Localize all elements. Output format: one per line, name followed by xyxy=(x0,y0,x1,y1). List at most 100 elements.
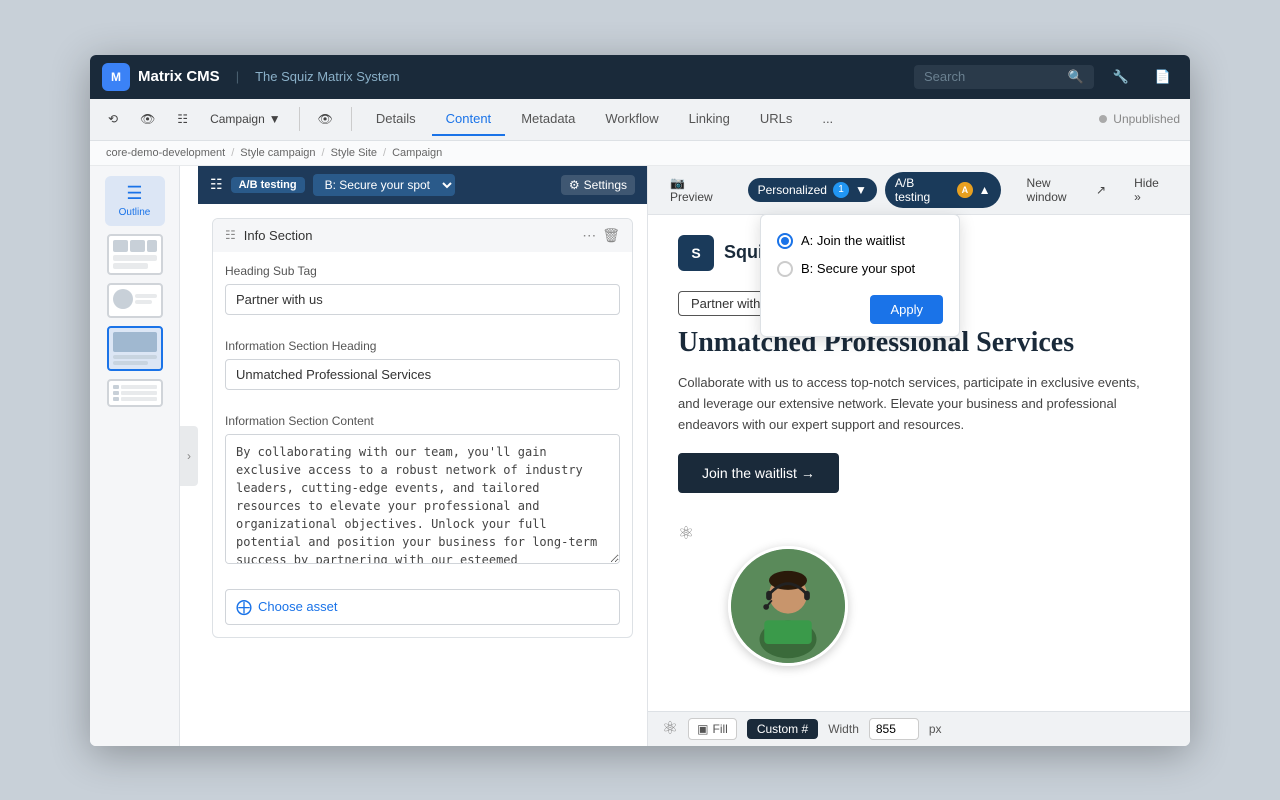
tab-linking[interactable]: Linking xyxy=(675,103,744,136)
panel-btn-1[interactable] xyxy=(107,234,163,275)
heading-sub-tag-input[interactable] xyxy=(225,284,620,315)
section-icon: ☷ xyxy=(225,228,236,242)
tab-navigation: Details Content Metadata Workflow Linkin… xyxy=(362,103,847,136)
nav-divider: | xyxy=(236,69,239,84)
chevron-down-icon: ▼ xyxy=(269,112,281,126)
camera-icon: 📷 xyxy=(670,176,685,190)
info-heading-input[interactable] xyxy=(225,359,620,390)
campaign-dropdown[interactable]: Campaign ▼ xyxy=(202,108,289,130)
tab-details[interactable]: Details xyxy=(362,103,430,136)
delete-icon[interactable]: 🗑 xyxy=(602,227,620,244)
option-b-label: B: Secure your spot xyxy=(801,261,915,276)
eye-btn[interactable]: 👁 xyxy=(132,108,163,130)
breadcrumb-item-4[interactable]: Campaign xyxy=(392,147,442,159)
status-text: Unpublished xyxy=(1113,112,1180,126)
edit-body: ☷ Info Section ⋯ 🗑 Heading Sub Tag xyxy=(198,204,647,746)
new-window-btn[interactable]: New window ↗ xyxy=(1017,172,1117,208)
join-waitlist-btn[interactable]: Join the waitlist → xyxy=(678,453,839,493)
ab-testing-tag[interactable]: A/B testing A ▲ xyxy=(885,172,1001,208)
wrench-icon[interactable]: 🔧 xyxy=(1106,62,1136,92)
radio-option-b[interactable]: B: Secure your spot xyxy=(777,255,943,283)
width-input[interactable] xyxy=(869,718,919,740)
project-title: The Squiz Matrix System xyxy=(255,69,400,84)
tab-more[interactable]: ... xyxy=(808,103,847,136)
external-link-icon: ↗ xyxy=(1096,183,1106,197)
section-inner: Heading Sub Tag Information Section Head… xyxy=(213,252,632,637)
ab-badge: A/B testing xyxy=(231,177,305,193)
apply-row: Apply xyxy=(777,287,943,324)
search-icon[interactable]: 🔍 xyxy=(1068,69,1084,85)
search-box[interactable]: 🔍 xyxy=(914,65,1094,89)
variant-select[interactable]: B: Secure your spot xyxy=(313,174,455,196)
preview-eye-btn[interactable]: 👁 xyxy=(310,108,341,130)
grid-icon-small: ☷ xyxy=(210,176,223,193)
status-badge: Unpublished xyxy=(1099,112,1180,126)
apply-btn[interactable]: Apply xyxy=(870,295,943,324)
info-content-label: Information Section Content xyxy=(225,414,620,428)
panel-btn-4[interactable] xyxy=(107,379,163,407)
section-actions: ⋯ 🗑 xyxy=(582,227,620,244)
breadcrumb-item-1[interactable]: core-demo-development xyxy=(106,147,225,159)
preview-btn[interactable]: 📷 Preview xyxy=(660,172,740,208)
search-input[interactable] xyxy=(924,69,1062,84)
tab-content[interactable]: Content xyxy=(432,103,506,136)
heading-sub-tag-label: Heading Sub Tag xyxy=(225,264,620,278)
new-window-label: New window xyxy=(1027,176,1093,204)
settings-btn[interactable]: ⚙ Settings xyxy=(561,175,635,195)
info-heading-label: Information Section Heading xyxy=(225,339,620,353)
breadcrumb: core-demo-development / Style campaign /… xyxy=(90,141,1190,166)
main-toolbar: ⟲ 👁 ☷ Campaign ▼ 👁 Details Content Metad… xyxy=(90,99,1190,141)
panel-btn-outline[interactable]: ☰ Outline xyxy=(105,176,165,226)
tab-workflow[interactable]: Workflow xyxy=(591,103,672,136)
campaign-label: Campaign xyxy=(210,112,265,126)
hash-icon: # xyxy=(802,722,809,736)
avatar-svg xyxy=(731,546,845,666)
collapse-panel-btn[interactable]: › xyxy=(180,426,198,486)
main-content: ☰ Outline xyxy=(90,166,1190,746)
document-icon[interactable]: 📄 xyxy=(1148,62,1178,92)
history-icon: ⟲ xyxy=(108,112,118,126)
status-dot xyxy=(1099,115,1107,123)
info-content-group: Information Section Content By collabora… xyxy=(225,402,620,579)
grid-btn[interactable]: ☷ xyxy=(169,108,196,130)
sliders-icon: ⚙ xyxy=(569,178,580,192)
hide-label: Hide » xyxy=(1134,176,1168,204)
info-section-card: ☷ Info Section ⋯ 🗑 Heading Sub Tag xyxy=(212,218,633,638)
preview-body-text: Collaborate with us to access top-notch … xyxy=(678,373,1160,435)
breadcrumb-sep2: / xyxy=(322,147,325,159)
settings-label: Settings xyxy=(584,178,627,192)
equalizer-icon: ⚛ xyxy=(678,523,694,543)
chevron-down-icon: ▼ xyxy=(855,183,867,197)
panel-btn-2[interactable] xyxy=(107,283,163,318)
tab-metadata[interactable]: Metadata xyxy=(507,103,589,136)
history-btn[interactable]: ⟲ xyxy=(100,108,126,130)
option-a-label: A: Join the waitlist xyxy=(801,233,905,248)
personalized-tag[interactable]: Personalized 1 ▼ xyxy=(748,178,877,202)
breadcrumb-sep3: / xyxy=(383,147,386,159)
radio-option-a[interactable]: A: Join the waitlist xyxy=(777,227,943,255)
app-name: Matrix CMS xyxy=(138,68,220,85)
panel-btn-3[interactable] xyxy=(107,326,163,371)
breadcrumb-item-2[interactable]: Style campaign xyxy=(240,147,315,159)
breadcrumb-item-3[interactable]: Style Site xyxy=(331,147,377,159)
choose-asset-btn[interactable]: ⨁ Choose asset xyxy=(225,589,620,625)
fill-btn[interactable]: ▣ Fill xyxy=(688,718,737,740)
ab-variant-badge: A xyxy=(957,182,973,198)
px-label: px xyxy=(929,722,942,736)
info-heading-group: Information Section Heading xyxy=(225,327,620,402)
edit-panel-header: ☷ A/B testing B: Secure your spot ⚙ Sett… xyxy=(198,166,647,204)
equalizer-icon-row: ⚛ xyxy=(678,523,1160,544)
section-card-header: ☷ Info Section ⋯ 🗑 xyxy=(213,219,632,252)
custom-btn[interactable]: Custom # xyxy=(747,719,818,739)
more-icon[interactable]: ⋯ xyxy=(582,227,596,244)
app-logo: M xyxy=(102,63,130,91)
hide-btn[interactable]: Hide » xyxy=(1124,172,1178,208)
bottom-eq-icon: ⚛ xyxy=(662,718,678,739)
info-content-textarea[interactable]: By collaborating with our team, you'll g… xyxy=(225,434,620,564)
logo-area: M Matrix CMS xyxy=(102,63,220,91)
grid-icon: ☷ xyxy=(177,112,188,126)
avatar xyxy=(728,546,848,666)
tab-urls[interactable]: URLs xyxy=(746,103,807,136)
preview-label: Preview xyxy=(670,190,713,204)
personalized-count: 1 xyxy=(833,182,849,198)
